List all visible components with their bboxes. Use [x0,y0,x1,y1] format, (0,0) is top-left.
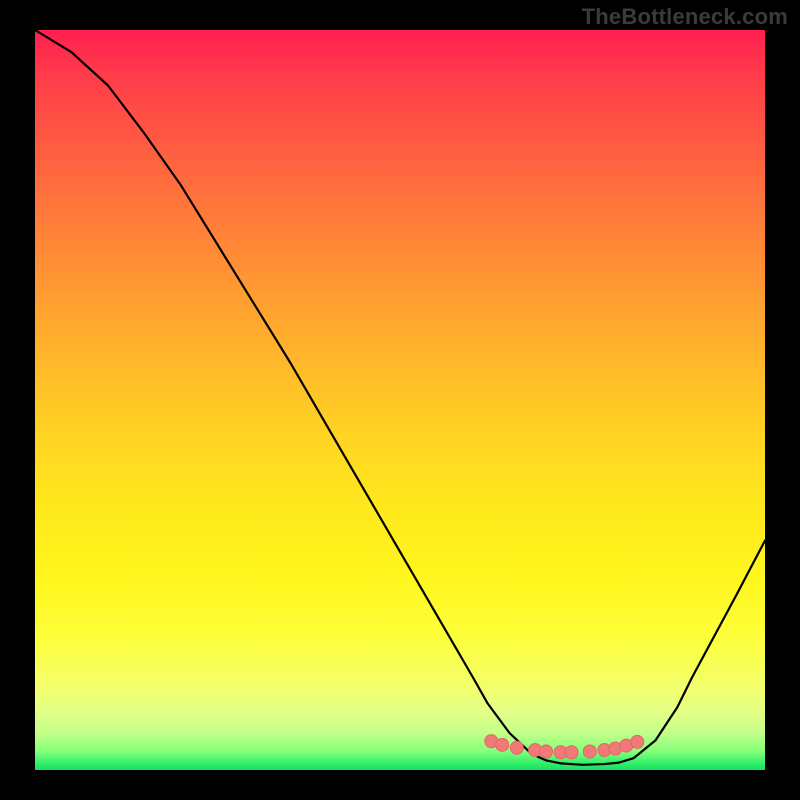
optimal-marker [510,741,523,754]
bottleneck-curve [35,30,765,765]
optimal-marker [631,735,644,748]
watermark-text: TheBottleneck.com [582,4,788,30]
optimal-marker [540,745,553,758]
plot-area [35,30,765,770]
optimal-marker [496,738,509,751]
chart-frame: TheBottleneck.com [0,0,800,800]
optimal-marker [583,745,596,758]
optimal-marker [565,746,578,759]
optimal-range-markers [485,735,644,759]
chart-svg [35,30,765,770]
